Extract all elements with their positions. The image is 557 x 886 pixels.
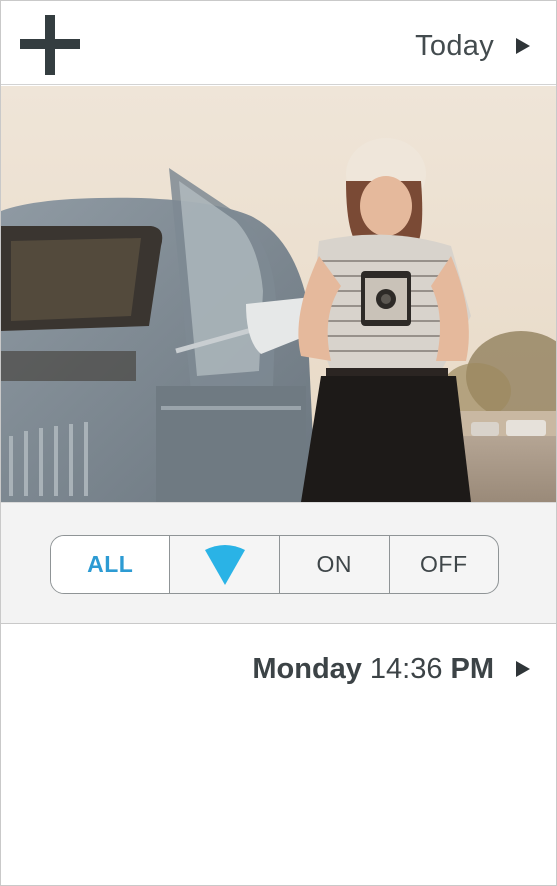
entry-datetime-row[interactable]: Monday 14:36 PM xyxy=(252,649,530,689)
top-bar: Today xyxy=(1,1,556,85)
entry-time: 14:36 xyxy=(369,652,443,685)
filter-all-button[interactable]: ALL xyxy=(51,536,170,593)
filter-off-button[interactable]: OFF xyxy=(388,536,499,593)
filter-pin-button[interactable] xyxy=(169,536,279,593)
date-label: Today xyxy=(415,29,494,62)
filter-all-label: ALL xyxy=(87,551,134,577)
filter-segmented-control: ALL ON OFF xyxy=(50,535,499,594)
filter-bar: ALL ON OFF xyxy=(1,502,556,624)
drop-pin-icon xyxy=(204,544,245,585)
featured-photo xyxy=(1,86,556,502)
filter-on-label: ON xyxy=(316,551,352,577)
triangle-right-icon xyxy=(516,661,530,677)
entry-ampm: PM xyxy=(450,652,495,685)
entry-day: Monday xyxy=(252,652,362,685)
filter-off-label: OFF xyxy=(420,551,468,577)
filter-on-button[interactable]: ON xyxy=(278,536,389,593)
app-screen: Today ALL ON OFF Monday 14:36 PM xyxy=(0,0,557,886)
add-button[interactable] xyxy=(20,15,80,75)
date-navigator[interactable]: Today xyxy=(415,27,530,65)
triangle-right-icon xyxy=(516,38,530,54)
